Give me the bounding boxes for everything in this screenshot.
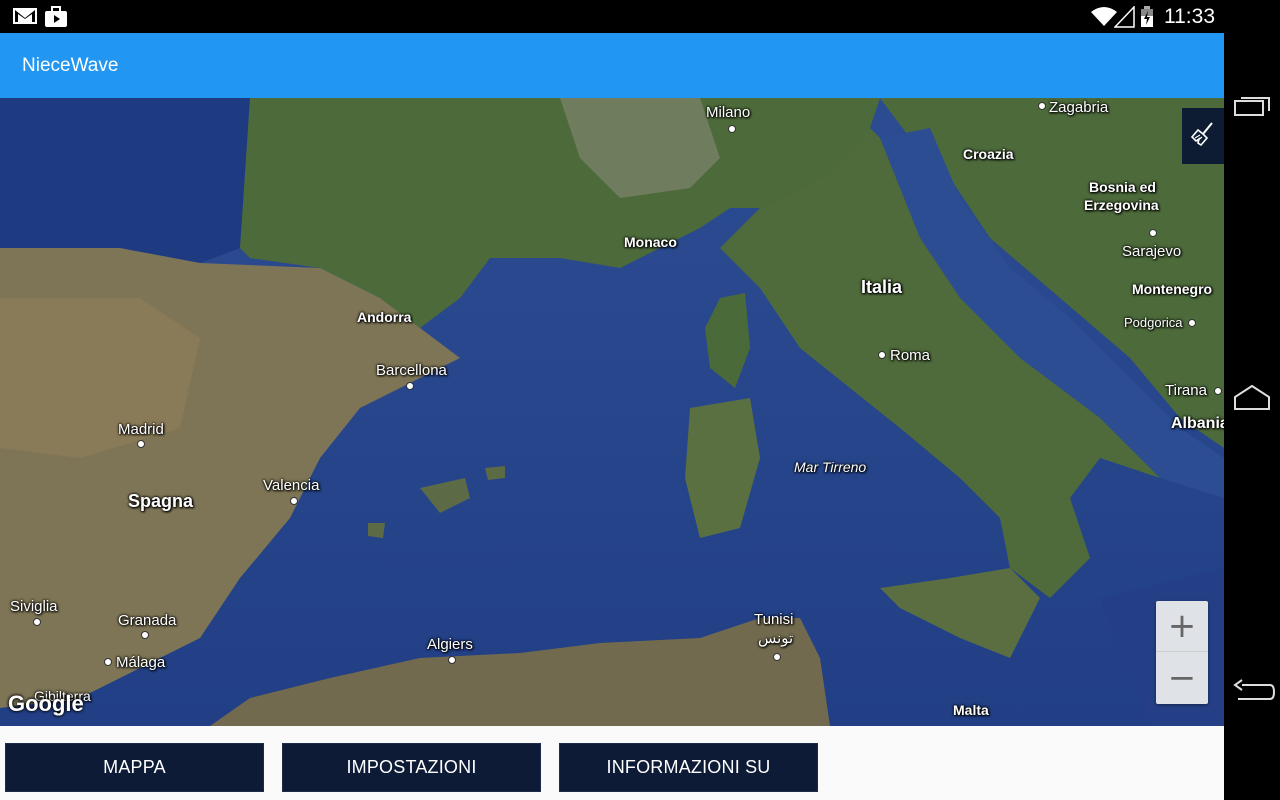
bottom-button-bar: MAPPA IMPOSTAZIONI INFORMAZIONI SU	[0, 726, 1224, 800]
map-imagery	[0, 98, 1224, 726]
place-malta: Malta	[953, 702, 989, 718]
gmail-icon	[12, 6, 38, 31]
mappa-button[interactable]: MAPPA	[5, 743, 264, 792]
place-tunisi-arabic: تونس	[758, 630, 794, 647]
place-spagna: Spagna	[128, 491, 194, 511]
place-tirana: Tirana	[1165, 382, 1207, 399]
place-italia: Italia	[861, 277, 903, 297]
briefcase-icon	[44, 6, 68, 33]
city-dot	[448, 656, 456, 664]
home-icon[interactable]	[1232, 383, 1272, 418]
place-milano: Milano	[706, 104, 751, 121]
place-granada: Granada	[118, 612, 177, 629]
recent-apps-icon[interactable]	[1232, 93, 1272, 128]
place-malaga: Málaga	[116, 654, 166, 671]
device-screen: 11:33 NieceWave Milano Zagabria Croazia …	[0, 0, 1280, 800]
signal-icon	[1113, 5, 1136, 33]
place-madrid: Madrid	[118, 421, 164, 438]
city-dot	[728, 125, 736, 133]
city-dot	[104, 658, 112, 666]
google-logo: Google	[8, 691, 84, 716]
place-valencia: Valencia	[263, 477, 320, 494]
place-zagabria: Zagabria	[1049, 99, 1109, 116]
city-dot	[878, 351, 886, 359]
map-style-button[interactable]	[1182, 108, 1224, 164]
place-andorra: Andorra	[357, 309, 412, 325]
navigation-bar	[1224, 33, 1280, 800]
app-bar: NieceWave	[0, 33, 1224, 98]
place-bosnia-line2: Erzegovina	[1084, 197, 1159, 213]
zoom-out-button[interactable]: −	[1156, 652, 1208, 703]
place-albania: Albania	[1171, 415, 1224, 432]
place-sarajevo: Sarajevo	[1122, 243, 1182, 260]
impostazioni-button[interactable]: IMPOSTAZIONI	[282, 743, 541, 792]
place-croazia: Croazia	[963, 146, 1014, 162]
place-montenegro: Montenegro	[1132, 281, 1213, 297]
city-dot	[137, 440, 145, 448]
place-podgorica: Podgorica	[1124, 315, 1183, 330]
city-dot	[141, 631, 149, 639]
city-dot	[1038, 102, 1046, 110]
app-title: NieceWave	[22, 55, 119, 76]
place-roma: Roma	[890, 347, 931, 364]
city-dot	[773, 653, 781, 661]
place-siviglia: Siviglia	[10, 598, 58, 615]
status-time: 11:33	[1164, 5, 1215, 28]
city-dot	[290, 497, 298, 505]
brush-icon	[1190, 121, 1216, 152]
back-icon[interactable]	[1232, 676, 1276, 711]
place-monaco: Monaco	[624, 234, 677, 250]
city-dot	[33, 618, 41, 626]
place-algiers: Algiers	[427, 636, 473, 653]
status-bar: 11:33	[0, 0, 1280, 33]
zoom-in-button[interactable]: +	[1156, 601, 1208, 652]
zoom-controls: + −	[1156, 601, 1208, 704]
place-bosnia-line1: Bosnia ed	[1089, 179, 1156, 195]
informazioni-button[interactable]: INFORMAZIONI SU	[559, 743, 818, 792]
city-dot	[1214, 387, 1222, 395]
city-dot	[1149, 229, 1157, 237]
city-dot	[1188, 319, 1196, 327]
place-mar-tirreno: Mar Tirreno	[794, 459, 867, 475]
satellite-map[interactable]: Milano Zagabria Croazia Bosnia ed Erzego…	[0, 98, 1224, 726]
place-tunisi: Tunisi	[754, 611, 794, 628]
place-barcellona: Barcellona	[376, 362, 447, 379]
city-dot	[406, 382, 414, 390]
battery-icon	[1140, 6, 1154, 33]
